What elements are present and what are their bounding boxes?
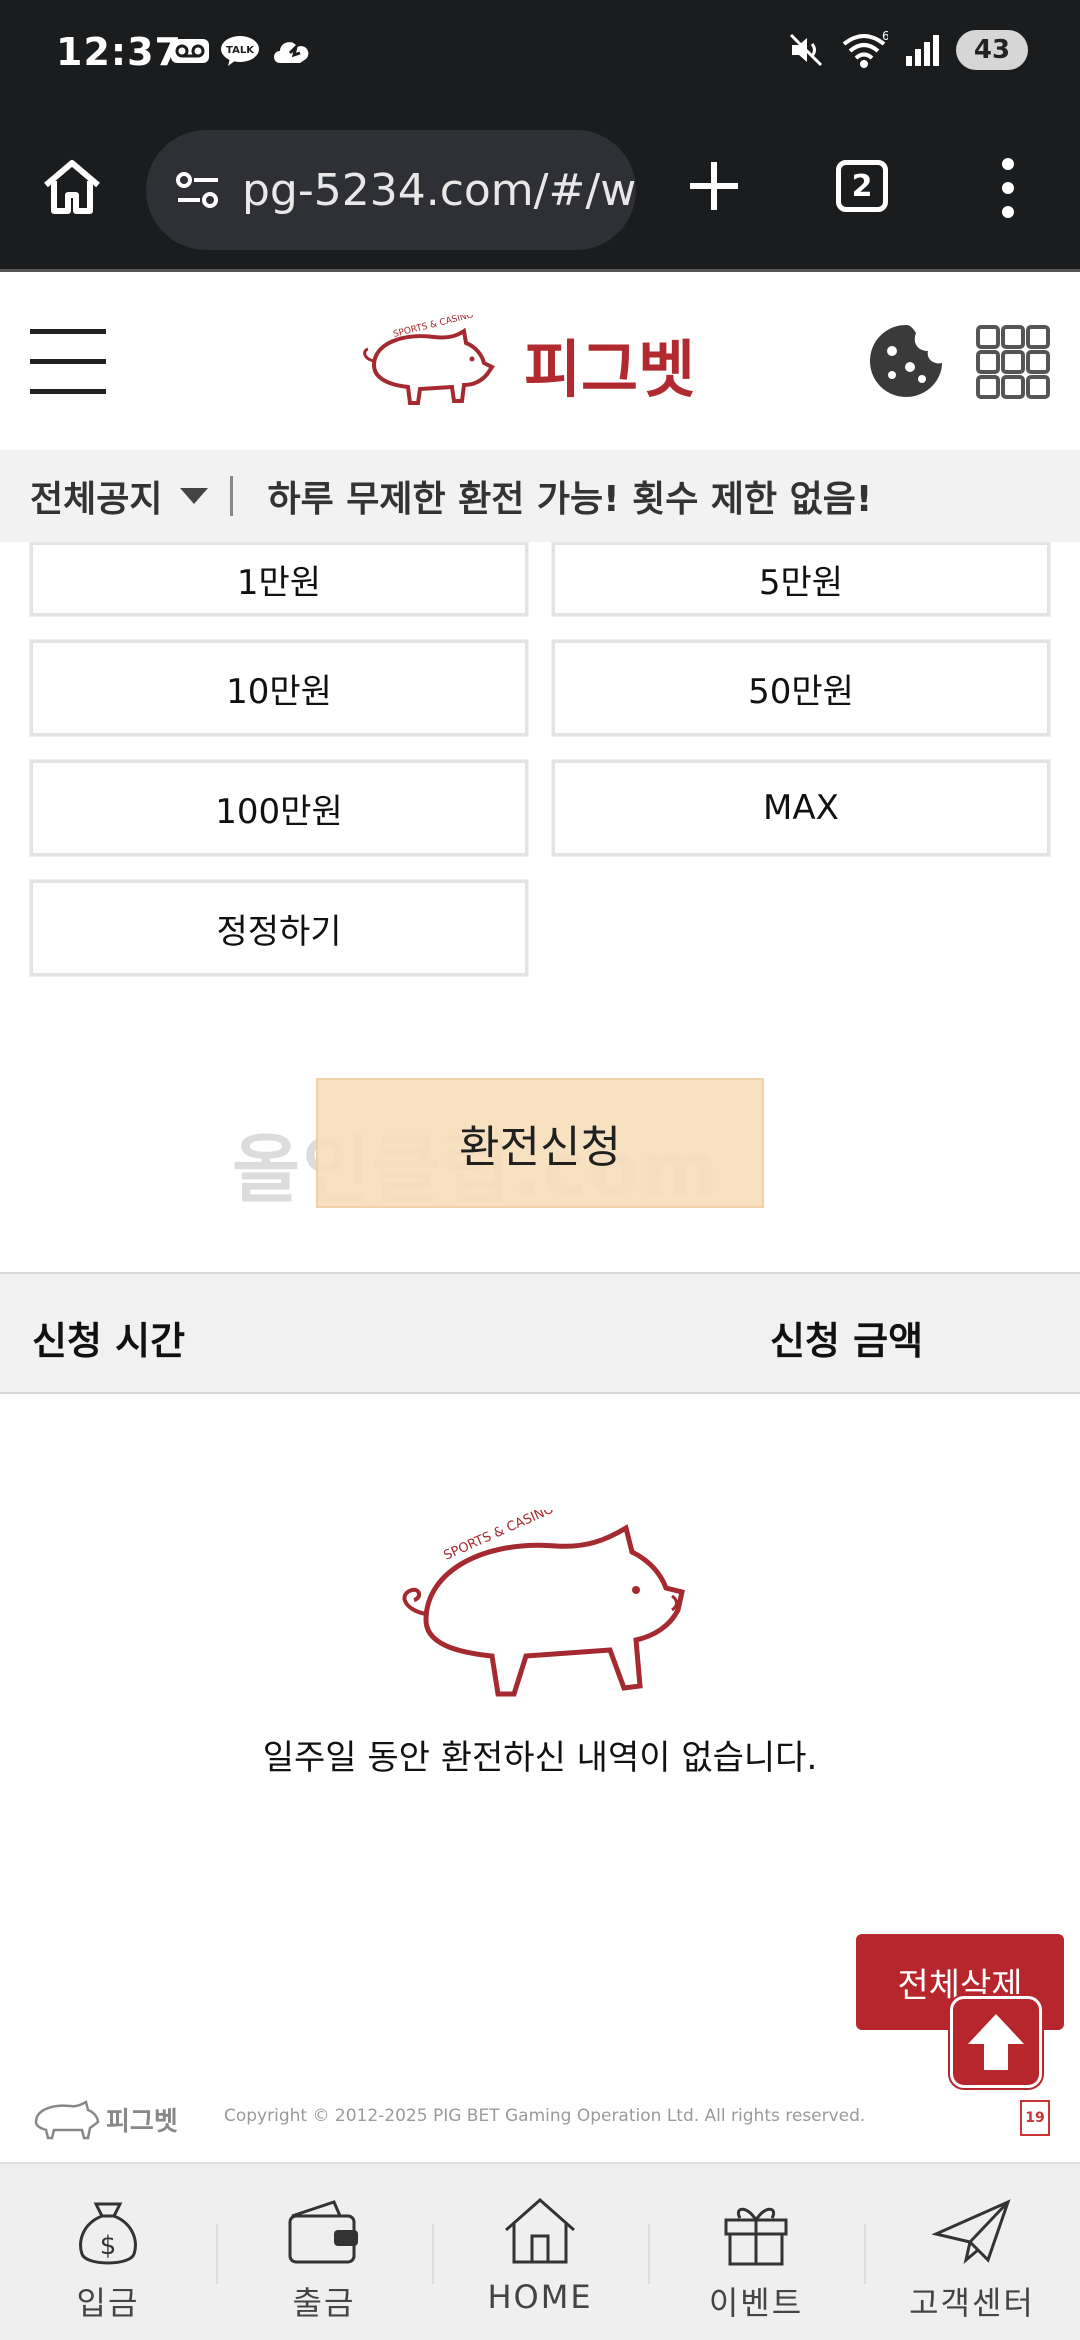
scroll-to-top-button[interactable] <box>950 1996 1042 2088</box>
wallet-icon <box>288 2200 358 2264</box>
cloud-icon <box>274 42 309 63</box>
address-bar[interactable]: pg-5234.com/#/w <box>146 130 636 250</box>
money-bag-icon: $ <box>79 2202 137 2265</box>
pig-empty-state-icon: SPORTS & CASINO <box>402 1510 685 1697</box>
apps-grid-icon[interactable] <box>976 325 1050 399</box>
amount-button-10k[interactable]: 1만원 <box>30 542 528 616</box>
nav-label-event: 이벤트 <box>708 2284 804 2322</box>
hamburger-menu-icon[interactable] <box>28 325 108 397</box>
network-type: 6 <box>882 30 888 43</box>
nav-label-deposit: 입금 <box>76 2284 140 2322</box>
mute-icon <box>789 33 823 67</box>
site-header: SPORTS & CASINO 피그벳 <box>0 275 1080 450</box>
tab-switcher-button[interactable]: 2 <box>836 160 888 212</box>
divider <box>230 476 234 516</box>
svg-text:TALK: TALK <box>226 45 255 56</box>
empty-history-message: 일주일 동안 환전하신 내역이 없습니다. <box>262 1738 818 1778</box>
age-restriction-badge: 19 <box>1020 2100 1050 2136</box>
new-tab-icon[interactable] <box>686 158 742 214</box>
footer-logo-text: 피그벳 <box>106 2107 178 2137</box>
empty-state-tagline: SPORTS & CASINO <box>442 1510 557 1564</box>
amount-button-1m[interactable]: 100만원 <box>30 760 528 856</box>
nav-event[interactable]: 이벤트 <box>648 2164 864 2340</box>
battery-indicator: 43 <box>956 30 1028 70</box>
voicemail-icon <box>171 39 209 63</box>
svg-text:$: $ <box>100 2231 117 2261</box>
notice-dropdown-label[interactable]: 전체공지 <box>30 470 162 522</box>
gift-icon <box>724 2207 788 2266</box>
amount-button-500k[interactable]: 50만원 <box>552 640 1050 736</box>
cookie-icon[interactable] <box>866 321 946 401</box>
footer: 피그벳 Copyright © 2012-2025 PIG BET Gaming… <box>0 2090 1080 2150</box>
nav-label-withdraw: 출금 <box>292 2284 356 2322</box>
nav-deposit[interactable]: $ 입금 <box>0 2164 216 2340</box>
nav-label-support: 고객센터 <box>909 2284 1035 2322</box>
column-header-request-time: 신청 시간 <box>32 1319 186 1363</box>
wifi-icon: 6 <box>842 30 888 68</box>
clock: 12:37 <box>56 30 182 74</box>
more-menu-icon[interactable] <box>996 156 1020 220</box>
url-text[interactable]: pg-5234.com/#/w <box>242 165 636 216</box>
notice-ticker-text: 하루 무제한 환전 가능! 횟수 제한 없음! <box>267 479 873 520</box>
copyright-text: Copyright © 2012-2025 PIG BET Gaming Ope… <box>224 2106 866 2126</box>
paper-plane-icon <box>932 2199 1011 2264</box>
caret-down-icon[interactable] <box>180 488 209 504</box>
nav-withdraw[interactable]: 출금 <box>216 2164 432 2340</box>
nav-home[interactable]: HOME <box>432 2164 648 2340</box>
nav-label-home: HOME <box>487 2278 593 2316</box>
nav-support[interactable]: 고객센터 <box>864 2164 1080 2340</box>
logo-text: 피그벳 <box>524 333 695 406</box>
notice-bar: 전체공지 하루 무제한 환전 가능! 횟수 제한 없음! <box>0 450 1080 542</box>
house-icon <box>505 2197 575 2264</box>
site-logo[interactable]: SPORTS & CASINO 피그벳 <box>354 315 734 415</box>
amount-button-50k[interactable]: 5만원 <box>552 542 1050 616</box>
reset-amount-button[interactable]: 정정하기 <box>30 880 528 976</box>
column-header-request-amount: 신청 금액 <box>770 1319 924 1363</box>
signal-icon <box>906 35 939 66</box>
amount-button-100k[interactable]: 10만원 <box>30 640 528 736</box>
exchange-request-button[interactable]: 환전신청 <box>316 1078 764 1208</box>
status-bar: 12:37 TALK 6 43 <box>0 0 1080 110</box>
system-icons: 6 43 <box>788 30 1028 70</box>
home-icon[interactable] <box>40 155 104 219</box>
notification-icons: TALK <box>170 34 314 68</box>
pig-logo-icon: SPORTS & CASINO <box>363 315 495 405</box>
amount-button-max[interactable]: MAX <box>552 760 1050 856</box>
site-settings-icon[interactable] <box>170 162 226 218</box>
history-table-header: 신청 시간 신청 금액 <box>0 1272 1080 1394</box>
talk-icon: TALK <box>221 36 259 66</box>
arrow-up-icon <box>968 2014 1024 2070</box>
browser-toolbar: pg-5234.com/#/w 2 <box>0 110 1080 272</box>
footer-logo: 피그벳 <box>34 2100 178 2140</box>
bottom-navigation: $ 입금 출금 HOME 이벤트 고객센터 <box>0 2162 1080 2340</box>
